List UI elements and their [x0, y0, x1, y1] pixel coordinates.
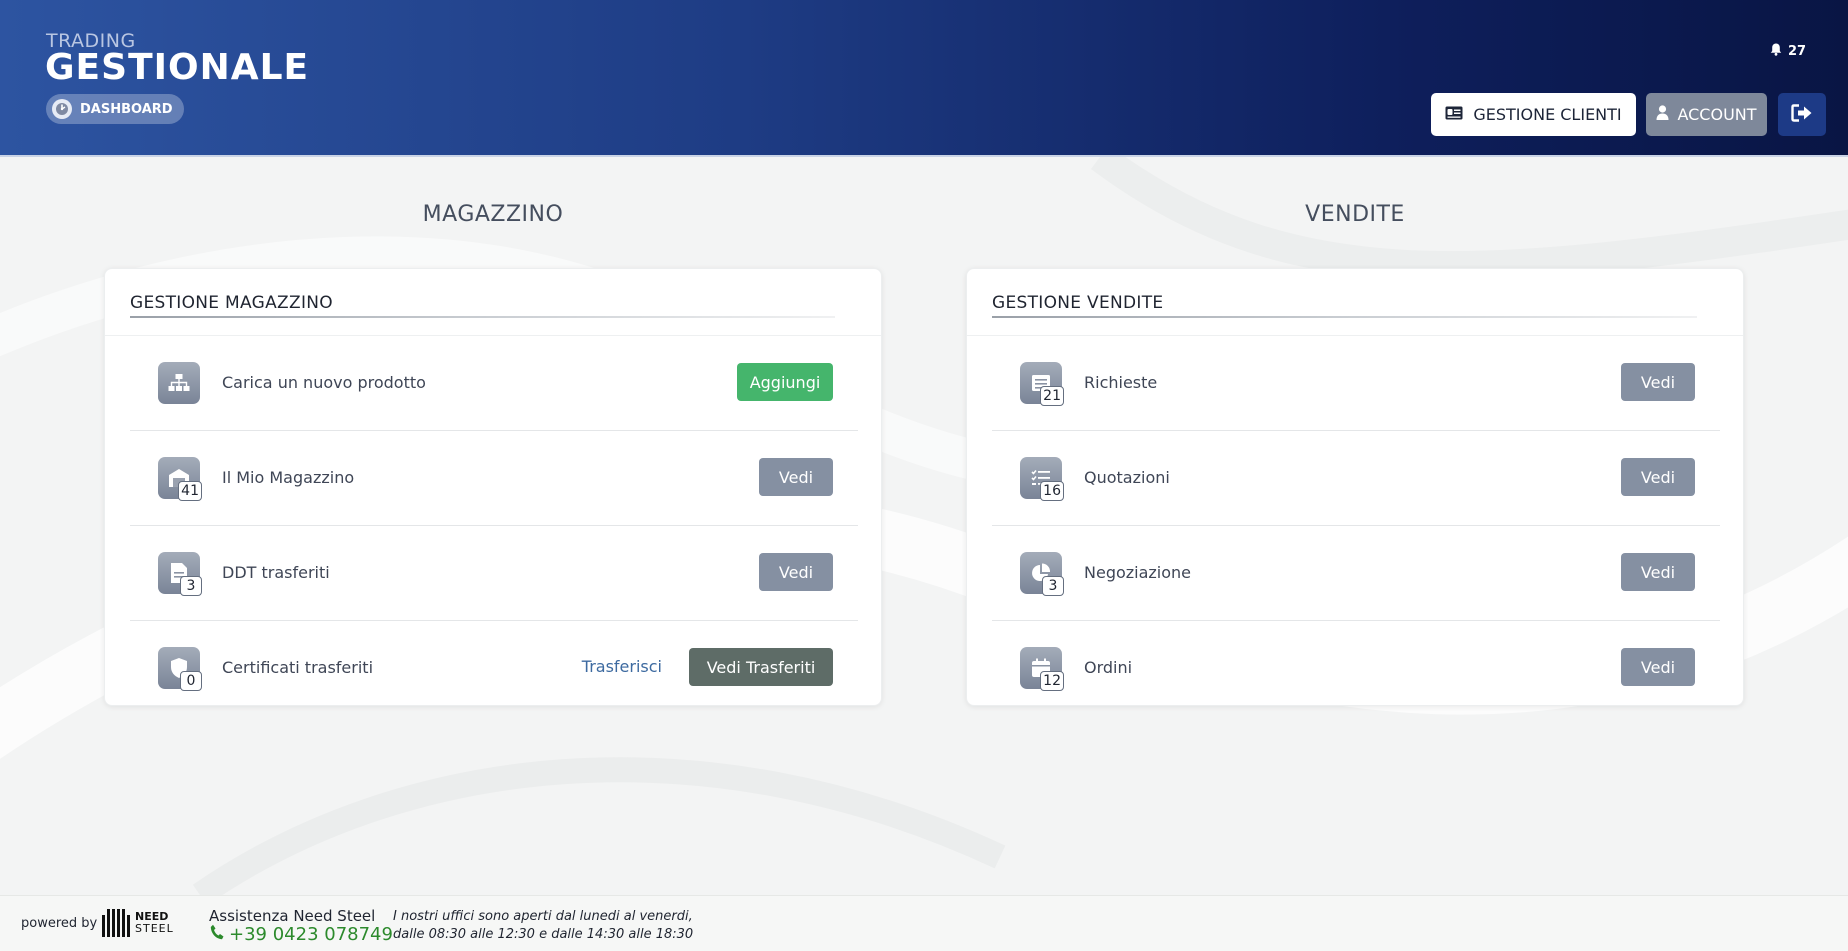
aggiungi-button[interactable]: Aggiungi: [737, 363, 833, 401]
count-badge: 21: [1040, 386, 1064, 406]
account-button[interactable]: ACCOUNT: [1646, 93, 1767, 136]
assistance-title: Assistenza Need Steel: [209, 907, 376, 925]
warehouse-icon: 41: [158, 457, 202, 501]
gestione-clienti-label: GESTIONE CLIENTI: [1473, 105, 1622, 124]
phone-number: +39 0423 078749: [229, 924, 393, 945]
phone-icon: [210, 924, 224, 945]
list-item-ordini: 12 Ordini Vedi: [992, 621, 1720, 716]
gestione-magazzino-card: GESTIONE MAGAZZINO Carica un nuovo prodo…: [104, 268, 882, 706]
row-label: Quotazioni: [1084, 468, 1170, 487]
list-item-carica-prodotto: Carica un nuovo prodotto Aggiungi: [130, 336, 858, 431]
office-hours: I nostri uffici sono aperti dal lunedi a…: [393, 908, 693, 944]
shield-icon: 0: [158, 647, 202, 691]
gestione-vendite-card: GESTIONE VENDITE 21 Richieste Vedi 16 Qu…: [966, 268, 1744, 706]
notifications-count: 27: [1788, 44, 1807, 59]
list-item-negoziazione: 3 Negoziazione Vedi: [992, 526, 1720, 621]
vedi-button[interactable]: Vedi: [1621, 458, 1695, 496]
dashboard-button[interactable]: DASHBOARD: [46, 94, 184, 124]
document-icon: 3: [158, 552, 202, 596]
sitemap-icon: [158, 362, 200, 404]
count-badge: 16: [1040, 481, 1064, 501]
row-label: Il Mio Magazzino: [222, 468, 355, 487]
vedi-button[interactable]: Vedi: [1621, 553, 1695, 591]
row-label: DDT trasferiti: [222, 563, 330, 582]
count-badge: 0: [180, 671, 202, 691]
gestione-clienti-button[interactable]: GESTIONE CLIENTI: [1431, 93, 1636, 136]
logout-button[interactable]: [1778, 93, 1826, 136]
list-item-ddt-trasferiti: 3 DDT trasferiti Vedi: [130, 526, 858, 621]
list-item-richieste: 21 Richieste Vedi: [992, 336, 1720, 431]
app-header: TRADING GESTIONALE DASHBOARD 27 GESTIONE…: [0, 0, 1848, 157]
office-hours-line2: dalle 08:30 alle 12:30 e dalle 14:30 all…: [393, 927, 694, 942]
powered-by-text: powered by: [21, 916, 98, 931]
row-label: Ordini: [1084, 658, 1133, 677]
app-footer: powered by NEED STEEL Assistenza Need St…: [0, 895, 1848, 951]
count-badge: 3: [1042, 576, 1064, 596]
card-title: GESTIONE MAGAZZINO: [130, 293, 333, 313]
calendar-icon: 12: [1020, 647, 1064, 691]
dashboard-label: DASHBOARD: [80, 101, 173, 117]
dashboard-gauge-icon: [52, 99, 72, 119]
count-badge: 12: [1040, 671, 1064, 691]
vendite-section-title: VENDITE: [1305, 202, 1405, 227]
row-label: Certificati trasferiti: [222, 658, 374, 677]
card-title: GESTIONE VENDITE: [992, 293, 1164, 313]
sign-out-icon: [1791, 103, 1813, 126]
row-label: Carica un nuovo prodotto: [222, 373, 426, 392]
brand-title: GESTIONALE: [45, 47, 310, 88]
vedi-button[interactable]: Vedi: [1621, 648, 1695, 686]
card-title-underline: [130, 316, 835, 318]
vedi-button[interactable]: Vedi: [1621, 363, 1695, 401]
list-item-certificati-trasferiti: 0 Certificati trasferiti Trasferisci Ved…: [130, 621, 858, 716]
vedi-button[interactable]: Vedi: [759, 458, 833, 496]
logo-bars-icon: [102, 909, 130, 937]
vedi-trasferiti-button[interactable]: Vedi Trasferiti: [689, 648, 833, 686]
vedi-button[interactable]: Vedi: [759, 553, 833, 591]
pie-icon: 3: [1020, 552, 1064, 596]
need-steel-logo[interactable]: NEED STEEL: [102, 909, 174, 937]
checklist-icon: 16: [1020, 457, 1064, 501]
magazzino-section-title: MAGAZZINO: [422, 202, 564, 227]
logo-text-steel: STEEL: [135, 922, 174, 935]
phone-link[interactable]: +39 0423 078749: [210, 924, 393, 945]
count-badge: 41: [178, 481, 202, 501]
trasferisci-link[interactable]: Trasferisci: [582, 657, 662, 676]
notifications-button[interactable]: 27: [1770, 43, 1806, 60]
list-item-mio-magazzino: 41 Il Mio Magazzino Vedi: [130, 431, 858, 526]
office-hours-line1: I nostri uffici sono aperti dal lunedi a…: [393, 909, 693, 924]
list-icon: 21: [1020, 362, 1064, 406]
row-label: Negoziazione: [1084, 563, 1192, 582]
list-item-quotazioni: 16 Quotazioni Vedi: [992, 431, 1720, 526]
id-card-icon: [1445, 105, 1463, 124]
account-label: ACCOUNT: [1677, 105, 1757, 124]
count-badge: 3: [180, 576, 202, 596]
row-label: Richieste: [1084, 373, 1158, 392]
card-title-underline: [992, 316, 1697, 318]
bell-icon: [1770, 43, 1782, 60]
user-icon: [1656, 105, 1669, 124]
